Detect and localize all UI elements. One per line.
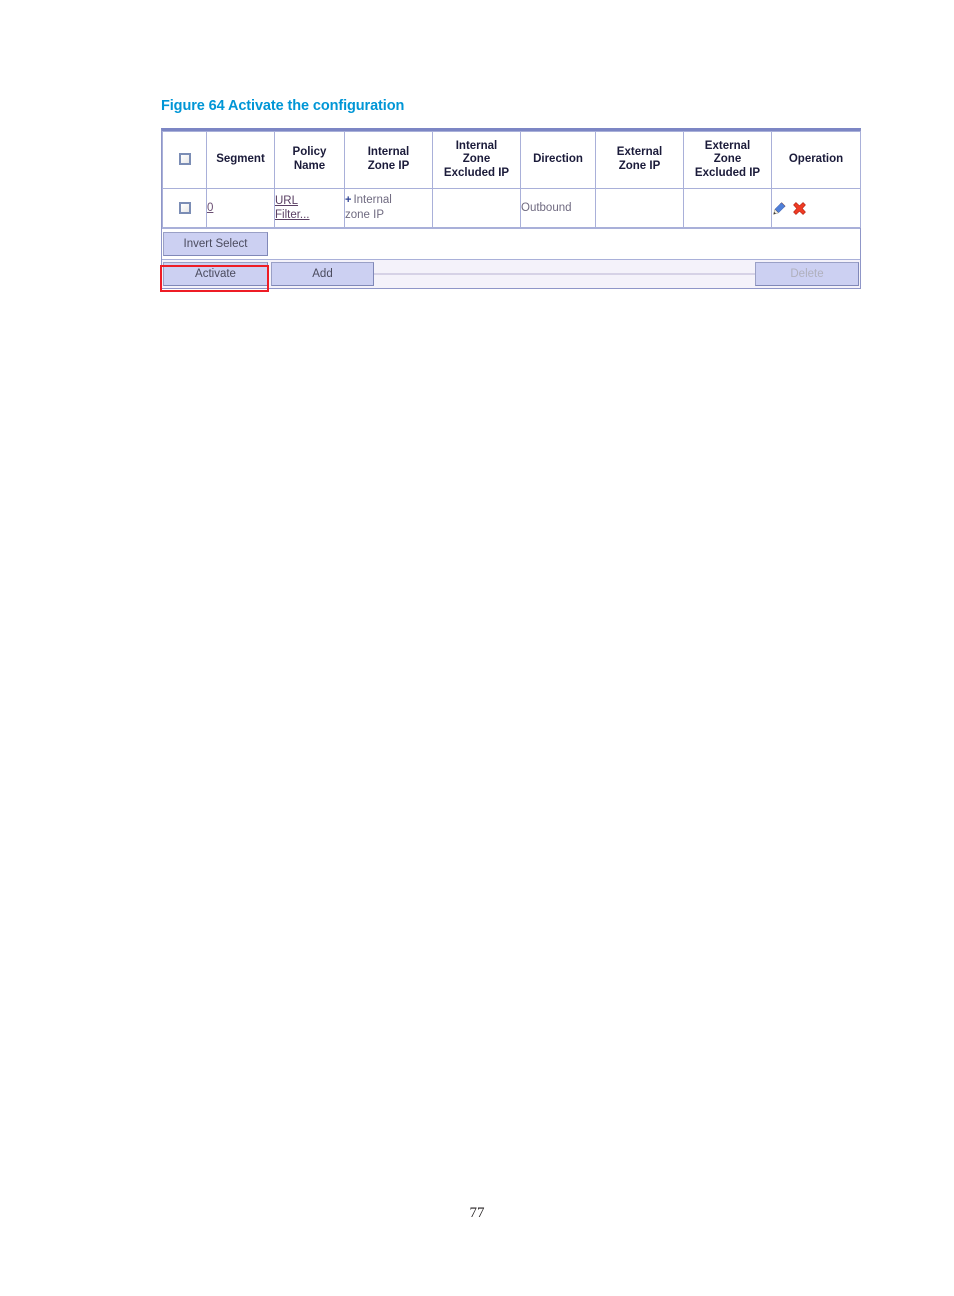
header-external-excluded-line3: Excluded IP	[694, 166, 761, 179]
policy-table-screenshot: Segment Policy Name Internal Zone IP Int…	[161, 128, 861, 289]
cell-segment: 0	[206, 188, 275, 228]
header-external-excluded-line1: External	[704, 139, 751, 152]
edit-pencil-icon[interactable]	[772, 201, 787, 216]
add-button[interactable]: Add	[271, 262, 374, 286]
header-internal-excluded-line3: Excluded IP	[443, 166, 510, 179]
header-external-zone-ip[interactable]: External Zone IP	[595, 131, 684, 189]
select-all-checkbox[interactable]	[178, 153, 191, 166]
header-direction[interactable]: Direction	[520, 131, 596, 189]
header-external-zone-excluded-ip[interactable]: External Zone Excluded IP	[683, 131, 772, 189]
table-header-row: Segment Policy Name Internal Zone IP Int…	[162, 131, 861, 189]
cell-policy-name: URL Filter...	[274, 188, 345, 228]
policy-name-line1: URL	[275, 194, 299, 207]
header-internal-zone-ip[interactable]: Internal Zone IP	[344, 131, 433, 189]
header-external-excluded-line2: Zone	[713, 153, 742, 166]
row-select-checkbox[interactable]	[178, 201, 191, 214]
header-select-all[interactable]	[162, 131, 207, 189]
header-segment-label: Segment	[216, 153, 265, 166]
invert-select-row: Invert Select	[162, 228, 860, 259]
cell-external-zone-ip	[595, 188, 684, 228]
cell-direction: Outbound	[520, 188, 596, 228]
header-policy-name-line2: Name	[293, 160, 326, 172]
header-segment[interactable]: Segment	[206, 131, 275, 189]
table-row: 0 URL Filter... + Internal zone IP Outbound	[162, 188, 861, 228]
delete-button[interactable]: Delete	[755, 262, 859, 286]
cell-internal-zone-ip: + Internal zone IP	[344, 188, 433, 228]
activate-button[interactable]: Activate	[163, 262, 268, 286]
policy-name-link[interactable]: URL Filter...	[275, 194, 310, 222]
cell-internal-zone-excluded-ip	[432, 188, 521, 228]
cell-operation	[771, 188, 861, 228]
header-internal-zone-ip-line1: Internal	[367, 146, 410, 159]
invert-select-button[interactable]: Invert Select	[163, 232, 268, 256]
action-row-spacer	[374, 273, 755, 275]
internal-zone-ip-line2: zone IP	[345, 209, 384, 222]
policy-table: Segment Policy Name Internal Zone IP Int…	[162, 131, 861, 228]
direction-value: Outbound	[521, 201, 572, 214]
header-policy-name[interactable]: Policy Name	[274, 131, 345, 189]
header-external-zone-ip-line1: External	[616, 146, 663, 159]
segment-link[interactable]: 0	[207, 201, 213, 215]
header-internal-zone-excluded-ip[interactable]: Internal Zone Excluded IP	[432, 131, 521, 189]
internal-zone-ip-line1: Internal	[353, 194, 392, 207]
page-number: 77	[469, 1205, 485, 1221]
delete-cross-icon[interactable]	[792, 201, 807, 216]
header-internal-excluded-line1: Internal	[455, 139, 498, 152]
policy-name-line2: Filter...	[275, 208, 310, 221]
cell-external-zone-excluded-ip	[683, 188, 772, 228]
row-select-cell[interactable]	[162, 188, 207, 228]
header-direction-label: Direction	[533, 153, 583, 166]
header-operation-label: Operation	[788, 153, 844, 166]
header-policy-name-line1: Policy	[292, 146, 327, 159]
header-operation[interactable]: Operation	[771, 131, 861, 189]
header-internal-zone-ip-line2: Zone IP	[367, 160, 410, 172]
action-button-row: Activate Add Delete	[162, 259, 860, 288]
figure-caption: Figure 64 Activate the configuration	[161, 98, 405, 114]
header-internal-excluded-line2: Zone	[462, 153, 491, 166]
header-external-zone-ip-line2: Zone IP	[618, 160, 661, 172]
